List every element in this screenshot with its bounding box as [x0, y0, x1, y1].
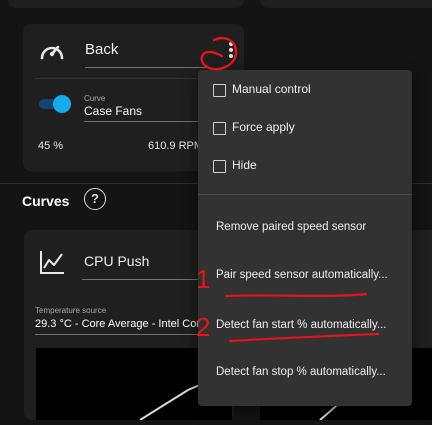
- curves-section-title: Curves: [22, 193, 70, 209]
- menu-item-label: Hide: [232, 158, 257, 172]
- fan-rpm-value: 610.9 RPM: [148, 140, 204, 152]
- menu-item-remove-paired-sensor[interactable]: Remove paired speed sensor: [198, 211, 412, 247]
- fan-name-field[interactable]: Back: [85, 41, 118, 58]
- curve-select-label: Curve: [84, 94, 106, 103]
- menu-item-label: Force apply: [232, 120, 295, 134]
- menu-item-label: Detect fan stop % automatically...: [216, 366, 386, 378]
- menu-item-detect-start[interactable]: Detect fan start % automatically...: [198, 309, 412, 345]
- top-card-left: [8, 0, 244, 8]
- toggle-knob: [53, 95, 71, 113]
- menu-item-label: Manual control: [232, 82, 311, 96]
- menu-item-manual-control[interactable]: Manual control: [198, 72, 412, 108]
- menu-item-label: Detect fan start % automatically...: [216, 319, 387, 331]
- fan-name-underline: [85, 67, 209, 68]
- menu-item-force-apply[interactable]: Force apply: [198, 110, 412, 146]
- menu-item-label: Remove paired speed sensor: [216, 221, 367, 233]
- context-menu: Manual control Force apply Hide Remove p…: [198, 70, 412, 406]
- fan-percent-value: 45 %: [38, 140, 64, 152]
- menu-item-pair-sensor[interactable]: Pair speed sensor automatically...: [198, 259, 412, 295]
- checkbox-icon[interactable]: [213, 160, 226, 173]
- menu-separator: [198, 194, 412, 195]
- checkbox-icon[interactable]: [213, 122, 226, 135]
- help-icon[interactable]: ?: [84, 188, 106, 210]
- menu-item-detect-stop[interactable]: Detect fan stop % automatically...: [198, 356, 412, 392]
- temperature-source-underline: [35, 334, 225, 335]
- menu-item-hide[interactable]: Hide: [198, 148, 412, 184]
- line-chart-icon: [40, 251, 64, 274]
- curve-select[interactable]: Case Fans: [84, 104, 142, 118]
- fan-enable-toggle[interactable]: [37, 94, 71, 114]
- top-card-right: [260, 0, 432, 8]
- checkbox-icon[interactable]: [213, 84, 226, 97]
- temperature-source-label: Temperature source: [35, 306, 107, 315]
- menu-item-label: Pair speed sensor automatically...: [216, 269, 388, 281]
- temperature-source-select[interactable]: 29.3 °C - Core Average - Intel Core: [35, 318, 206, 330]
- curve-name-field[interactable]: CPU Push: [84, 253, 149, 269]
- kebab-menu-icon[interactable]: [226, 40, 236, 64]
- speedometer-icon: [40, 45, 64, 60]
